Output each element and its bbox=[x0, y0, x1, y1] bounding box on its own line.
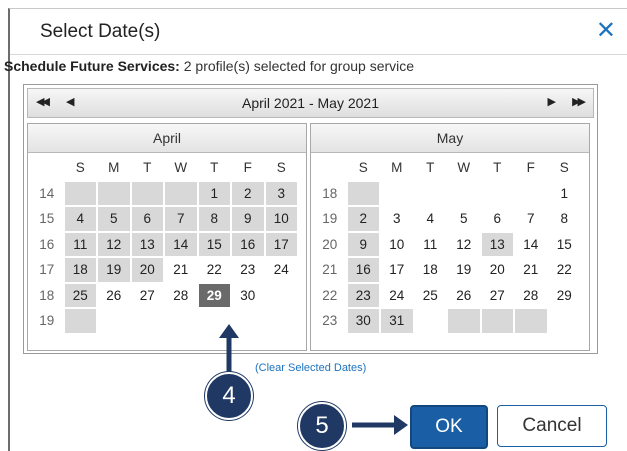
ok-button[interactable]: OK bbox=[410, 405, 488, 449]
arrow-5-head bbox=[394, 415, 408, 435]
step-4-marker: 4 bbox=[205, 372, 253, 420]
step-5-marker: 5 bbox=[298, 402, 346, 450]
arrow-4-head bbox=[219, 324, 239, 338]
annotation-arrows bbox=[219, 324, 408, 435]
cancel-button[interactable]: Cancel bbox=[497, 405, 607, 447]
